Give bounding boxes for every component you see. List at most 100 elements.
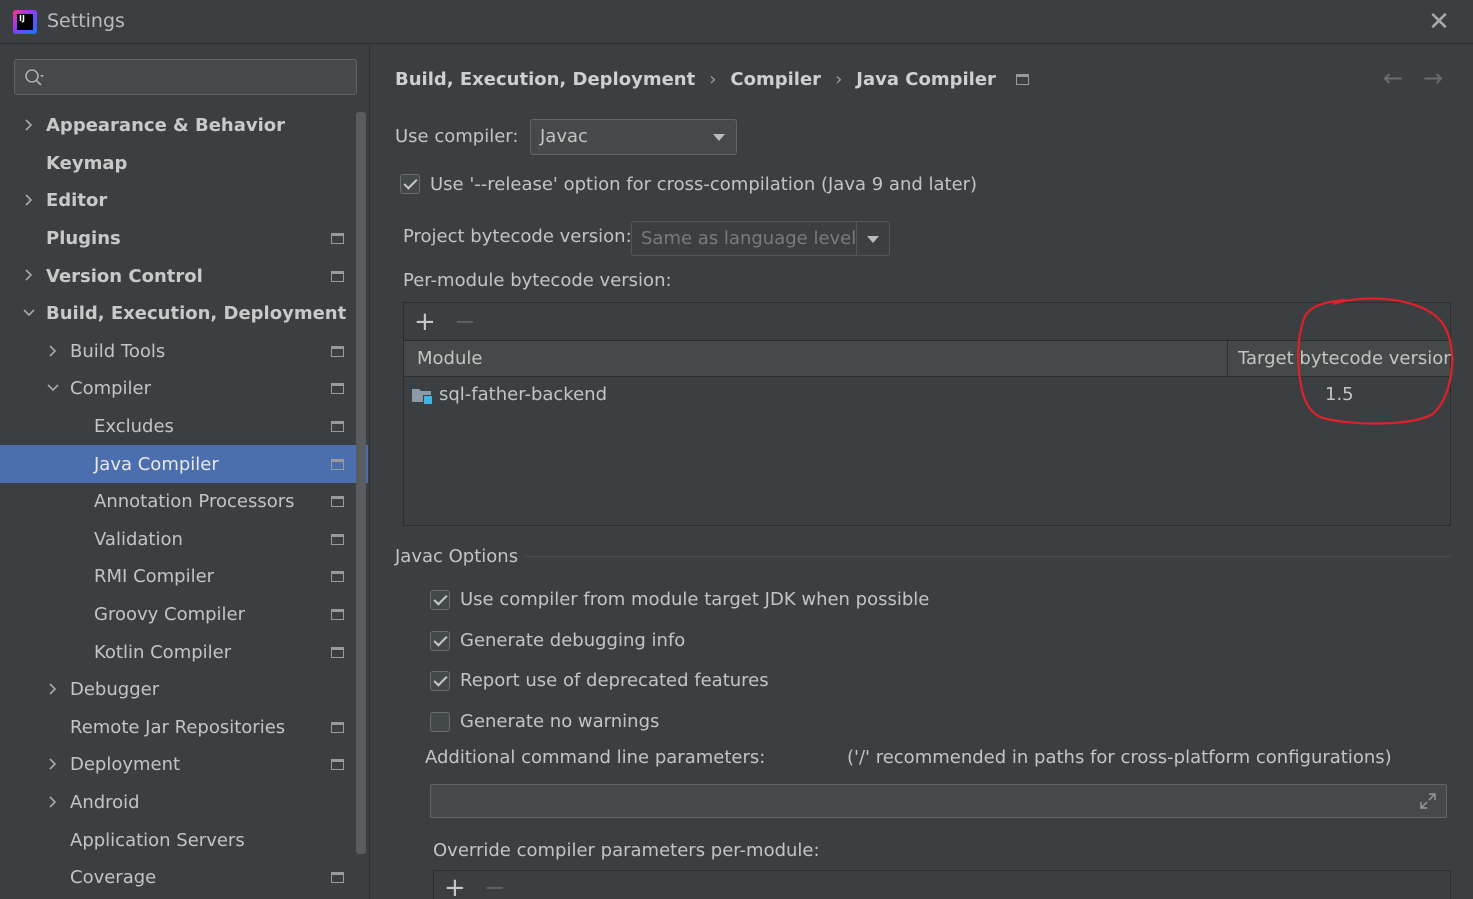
add-icon[interactable]: + [444,873,466,899]
project-scope-icon [331,646,344,658]
chevron-down-icon[interactable] [22,306,36,320]
breadcrumb-compiler[interactable]: Compiler [730,69,821,90]
project-scope-icon [331,496,344,508]
project-bytecode-value: Same as language level [641,228,857,249]
settings-sidebar: Appearance & Behavior Keymap Editor Plugins… [0,44,370,899]
sidebar-item-label: Application Servers [70,829,245,851]
expand-icon[interactable] [1418,791,1438,811]
search-input[interactable] [51,64,351,90]
project-scope-icon [331,533,344,545]
no-warnings-checkbox[interactable] [430,712,450,732]
sidebar-item-plugins[interactable]: Plugins [0,220,354,258]
search-box[interactable] [14,59,357,95]
sidebar-scrollbar[interactable] [356,112,366,854]
add-icon[interactable]: + [414,307,436,337]
sidebar-item-label: Java Compiler [94,453,219,475]
per-module-label: Per-module bytecode version: [403,270,672,291]
project-bytecode-dropdown[interactable]: Same as language level [631,221,890,256]
sidebar-item-validation[interactable]: Validation [0,521,354,559]
chevron-right-icon[interactable] [46,682,60,696]
chevron-down-icon [867,236,879,243]
sidebar-item-java-compiler[interactable]: Java Compiler [0,445,368,483]
chevron-right-icon[interactable] [46,344,60,358]
column-header-target-bytecode-version[interactable]: Target bytecode version [1238,348,1455,369]
sidebar-item-appearance-behavior[interactable]: Appearance & Behavior [0,107,354,145]
remove-icon[interactable]: − [454,307,476,337]
sidebar-item-label: Editor [46,190,108,212]
project-bytecode-label: Project bytecode version: [403,226,632,247]
sidebar-item-compiler[interactable]: Compiler [0,370,354,408]
sidebar-item-android[interactable]: Android [0,784,354,822]
sidebar-item-remote-jar-repositories[interactable]: Remote Jar Repositories [0,709,354,747]
project-scope-icon [1015,73,1029,85]
breadcrumb: Build, Execution, Deployment › Compiler … [395,66,1029,92]
sidebar-item-label: Groovy Compiler [94,604,246,626]
sidebar-item-deployment[interactable]: Deployment [0,746,354,784]
sidebar-item-label: Compiler [70,378,152,400]
chevron-right-icon[interactable] [22,193,36,207]
module-folder-icon [412,389,432,404]
sidebar-item-excludes[interactable]: Excludes [0,408,354,446]
sidebar-item-coverage[interactable]: Coverage [0,859,354,897]
chevron-right-icon[interactable] [46,757,60,771]
project-scope-icon [331,421,344,433]
table-toolbar: + − [404,303,1450,341]
project-scope-icon [331,345,344,357]
project-scope-icon [331,270,344,282]
sidebar-item-label: Appearance & Behavior [46,115,286,137]
use-compiler-value: Javac [540,126,588,147]
use-module-jdk-label: Use compiler from module target JDK when… [460,589,930,610]
sidebar-item-rmi-compiler[interactable]: RMI Compiler [0,558,354,596]
remove-icon[interactable]: − [484,873,506,899]
sidebar-item-build-execution-deployment[interactable]: Build, Execution, Deployment [0,295,354,333]
module-name: sql-father-backend [439,384,607,405]
project-scope-icon [331,872,344,884]
forward-arrow-icon[interactable]: → [1423,64,1443,92]
use-module-jdk-checkbox[interactable] [430,590,450,610]
close-icon[interactable]: ✕ [1424,8,1454,38]
sidebar-item-annotation-processors[interactable]: Annotation Processors [0,483,354,521]
project-scope-icon [331,458,344,470]
settings-tree: Appearance & Behavior Keymap Editor Plugins… [0,107,368,897]
chevron-right-icon[interactable] [46,795,60,809]
sidebar-item-version-control[interactable]: Version Control [0,257,354,295]
deprecated-features-label: Report use of deprecated features [460,670,769,691]
debugging-info-checkbox[interactable] [430,631,450,651]
window-title: Settings [47,10,125,32]
table-row[interactable]: sql-father-backend 1.5 [404,377,1450,413]
breadcrumb-java-compiler: Java Compiler [856,68,996,90]
release-option-checkbox[interactable] [400,174,420,194]
breadcrumb-build-execution-deployment[interactable]: Build, Execution, Deployment [395,69,695,90]
back-arrow-icon[interactable]: ← [1383,64,1403,92]
sidebar-item-label: Build Tools [70,340,166,362]
sidebar-item-groovy-compiler[interactable]: Groovy Compiler [0,596,354,634]
settings-content: Build, Execution, Deployment › Compiler … [371,44,1473,899]
sidebar-item-build-tools[interactable]: Build Tools [0,333,354,371]
column-header-module[interactable]: Module [417,348,482,369]
chevron-down-icon [713,134,725,141]
chevron-right-icon[interactable] [22,118,36,132]
sidebar-item-label: Android [70,791,140,813]
additional-params-input[interactable] [430,784,1447,818]
chevron-right-icon[interactable] [22,268,36,282]
sidebar-item-debugger[interactable]: Debugger [0,671,354,709]
table-header: Module Target bytecode version [404,341,1455,377]
deprecated-features-checkbox[interactable] [430,671,450,691]
javac-options-title: Javac Options [395,546,519,567]
sidebar-item-kotlin-compiler[interactable]: Kotlin Compiler [0,633,354,671]
sidebar-item-application-servers[interactable]: Application Servers [0,821,354,859]
use-compiler-label: Use compiler: [395,126,519,147]
additional-params-label: Additional command line parameters: [425,747,766,768]
target-bytecode-version[interactable]: 1.5 [1325,384,1354,405]
use-compiler-dropdown[interactable]: Javac [530,119,737,155]
chevron-down-icon[interactable] [46,381,60,395]
sidebar-item-keymap[interactable]: Keymap [0,145,354,183]
sidebar-item-label: Annotation Processors [94,491,295,513]
project-scope-icon [331,609,344,621]
breadcrumb-separator: › [709,68,717,90]
override-params-label: Override compiler parameters per-module: [433,840,820,861]
sidebar-item-label: Plugins [46,228,121,250]
debugging-info-label: Generate debugging info [460,630,686,651]
sidebar-item-editor[interactable]: Editor [0,182,354,220]
override-params-table: + − [433,870,1451,899]
